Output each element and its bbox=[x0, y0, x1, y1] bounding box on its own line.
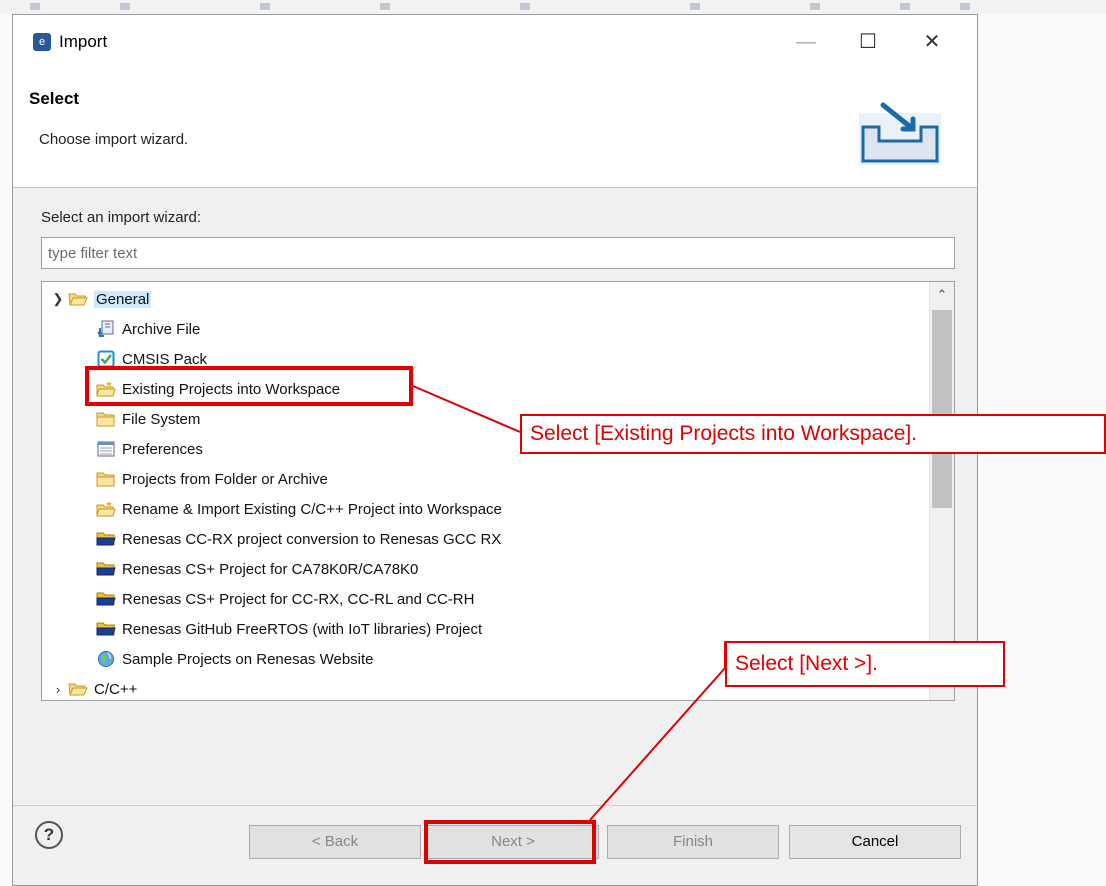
leader-line-next bbox=[589, 641, 726, 821]
callout-existing-projects: Select [Existing Projects into Workspace… bbox=[520, 414, 1106, 454]
leader-line-existing bbox=[412, 385, 521, 433]
callout-next: Select [Next >]. bbox=[725, 641, 1005, 687]
